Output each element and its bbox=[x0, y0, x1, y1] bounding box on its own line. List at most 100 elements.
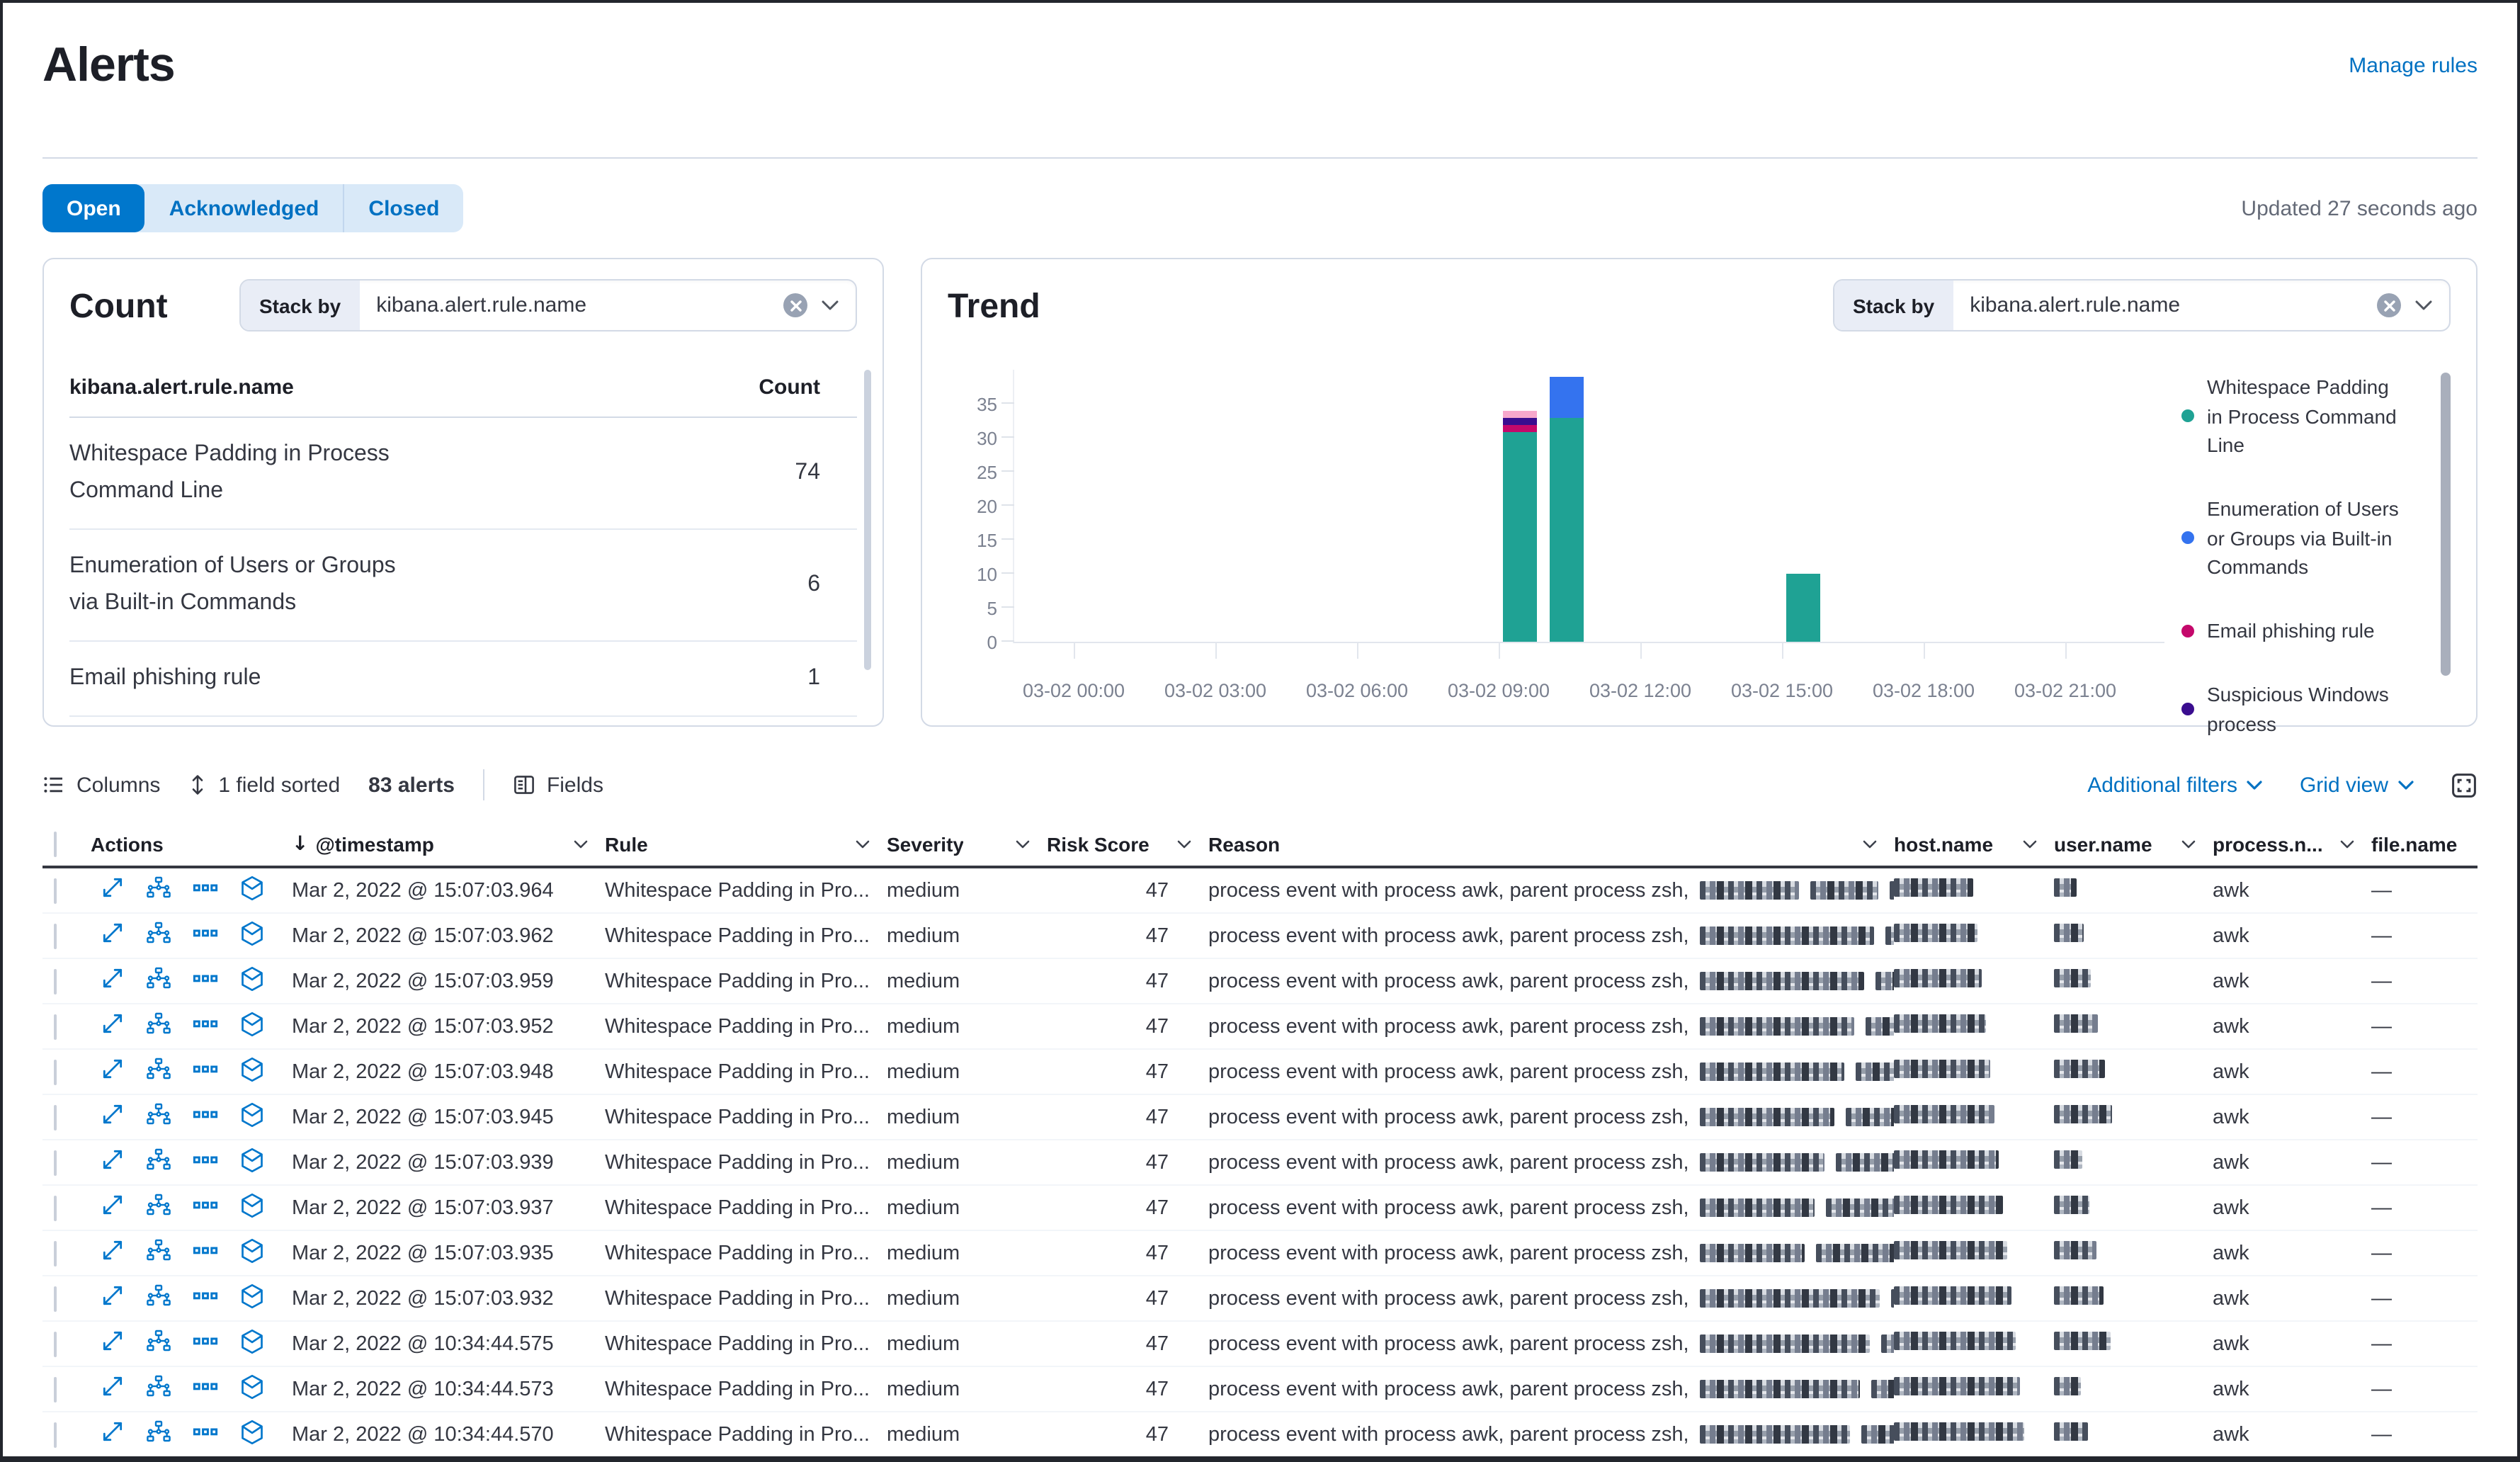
count-table-row[interactable]: Whitespace Padding in Process Command Li… bbox=[69, 419, 857, 531]
more-actions-icon[interactable] bbox=[193, 1103, 218, 1133]
investigate-in-timeline-icon[interactable] bbox=[239, 1193, 265, 1224]
analyze-event-icon[interactable] bbox=[146, 1239, 171, 1269]
column-header-severity[interactable]: Severity bbox=[887, 834, 1047, 856]
legend-scrollbar[interactable] bbox=[2441, 373, 2451, 676]
more-actions-icon[interactable] bbox=[193, 1148, 218, 1178]
chevron-down-icon[interactable] bbox=[2415, 301, 2432, 311]
clear-icon[interactable] bbox=[2377, 293, 2401, 318]
expand-alert-icon[interactable] bbox=[101, 1058, 125, 1087]
count-table-row[interactable]: Email phishing rule 1 bbox=[69, 642, 857, 717]
analyze-event-icon[interactable] bbox=[146, 1420, 171, 1450]
column-menu-chevron-icon[interactable] bbox=[2023, 841, 2037, 849]
expand-alert-icon[interactable] bbox=[101, 967, 125, 997]
grid-view-button[interactable]: Grid view bbox=[2300, 774, 2414, 798]
column-menu-chevron-icon[interactable] bbox=[2340, 841, 2354, 849]
column-header--timestamp[interactable]: ↓ @timestamp bbox=[292, 834, 605, 856]
more-actions-icon[interactable] bbox=[193, 1012, 218, 1042]
legend-item[interactable]: Enumeration of Users or Groups via Built… bbox=[2181, 495, 2451, 582]
investigate-in-timeline-icon[interactable] bbox=[239, 1238, 265, 1269]
expand-alert-icon[interactable] bbox=[101, 1330, 125, 1359]
column-menu-chevron-icon[interactable] bbox=[574, 841, 588, 849]
row-checkbox[interactable] bbox=[54, 1014, 57, 1040]
expand-alert-icon[interactable] bbox=[101, 1284, 125, 1314]
expand-alert-icon[interactable] bbox=[101, 1375, 125, 1405]
investigate-in-timeline-icon[interactable] bbox=[239, 1329, 265, 1360]
trend-stack-by-select[interactable]: Stack by kibana.alert.rule.name bbox=[1833, 279, 2451, 332]
analyze-event-icon[interactable] bbox=[146, 967, 171, 997]
expand-alert-icon[interactable] bbox=[101, 1012, 125, 1042]
column-header-user-name[interactable]: user.name bbox=[2054, 834, 2213, 856]
tab-open[interactable]: Open bbox=[42, 184, 145, 233]
column-header-host-name[interactable]: host.name bbox=[1894, 834, 2054, 856]
column-header-rule[interactable]: Rule bbox=[605, 834, 887, 856]
tab-closed[interactable]: Closed bbox=[343, 184, 463, 233]
more-actions-icon[interactable] bbox=[193, 1420, 218, 1450]
column-menu-chevron-icon[interactable] bbox=[1863, 841, 1877, 849]
analyze-event-icon[interactable] bbox=[146, 1194, 171, 1223]
analyze-event-icon[interactable] bbox=[146, 876, 171, 906]
column-header-risk-score[interactable]: Risk Score bbox=[1047, 834, 1208, 856]
analyze-event-icon[interactable] bbox=[146, 1148, 171, 1178]
investigate-in-timeline-icon[interactable] bbox=[239, 1284, 265, 1315]
count-table-row[interactable]: Enumeration of Users or Groups via Built… bbox=[69, 530, 857, 642]
column-menu-chevron-icon[interactable] bbox=[2181, 841, 2196, 849]
columns-button[interactable]: Columns bbox=[42, 774, 160, 798]
legend-item[interactable]: Email phishing rule bbox=[2181, 616, 2451, 645]
row-checkbox[interactable] bbox=[54, 1059, 57, 1085]
column-header-process-n-[interactable]: process.n... bbox=[2213, 834, 2371, 856]
row-checkbox[interactable] bbox=[54, 1240, 57, 1266]
row-checkbox[interactable] bbox=[54, 1422, 57, 1448]
column-menu-chevron-icon[interactable] bbox=[1016, 841, 1030, 849]
analyze-event-icon[interactable] bbox=[146, 1012, 171, 1042]
investigate-in-timeline-icon[interactable] bbox=[239, 966, 265, 997]
analyze-event-icon[interactable] bbox=[146, 1375, 171, 1405]
expand-alert-icon[interactable] bbox=[101, 1420, 125, 1450]
investigate-in-timeline-icon[interactable] bbox=[239, 1420, 265, 1451]
investigate-in-timeline-icon[interactable] bbox=[239, 1148, 265, 1179]
count-table-scrollbar[interactable] bbox=[864, 370, 871, 671]
analyze-event-icon[interactable] bbox=[146, 922, 171, 951]
analyze-event-icon[interactable] bbox=[146, 1330, 171, 1359]
investigate-in-timeline-icon[interactable] bbox=[239, 1057, 265, 1088]
investigate-in-timeline-icon[interactable] bbox=[239, 1374, 265, 1405]
more-actions-icon[interactable] bbox=[193, 1058, 218, 1087]
more-actions-icon[interactable] bbox=[193, 1330, 218, 1359]
analyze-event-icon[interactable] bbox=[146, 1284, 171, 1314]
expand-alert-icon[interactable] bbox=[101, 876, 125, 906]
expand-alert-icon[interactable] bbox=[101, 922, 125, 951]
expand-alert-icon[interactable] bbox=[101, 1194, 125, 1223]
additional-filters-button[interactable]: Additional filters bbox=[2087, 774, 2263, 798]
investigate-in-timeline-icon[interactable] bbox=[239, 1012, 265, 1043]
investigate-in-timeline-icon[interactable] bbox=[239, 1102, 265, 1133]
more-actions-icon[interactable] bbox=[193, 1194, 218, 1223]
more-actions-icon[interactable] bbox=[193, 1239, 218, 1269]
fields-button[interactable]: Fields bbox=[513, 774, 603, 798]
select-all-checkbox[interactable] bbox=[54, 832, 57, 858]
row-checkbox[interactable] bbox=[54, 1331, 57, 1357]
row-checkbox[interactable] bbox=[54, 968, 57, 994]
row-checkbox[interactable] bbox=[54, 1286, 57, 1312]
investigate-in-timeline-icon[interactable] bbox=[239, 921, 265, 952]
chevron-down-icon[interactable] bbox=[822, 301, 839, 311]
investigate-in-timeline-icon[interactable] bbox=[239, 876, 265, 907]
legend-item[interactable]: Whitespace Padding in Process Command Li… bbox=[2181, 373, 2451, 460]
column-menu-chevron-icon[interactable] bbox=[1177, 841, 1191, 849]
row-checkbox[interactable] bbox=[54, 1376, 57, 1402]
expand-alert-icon[interactable] bbox=[101, 1239, 125, 1269]
more-actions-icon[interactable] bbox=[193, 967, 218, 997]
fullscreen-icon[interactable] bbox=[2451, 772, 2478, 799]
expand-alert-icon[interactable] bbox=[101, 1103, 125, 1133]
row-checkbox[interactable] bbox=[54, 1195, 57, 1221]
clear-icon[interactable] bbox=[783, 293, 807, 318]
analyze-event-icon[interactable] bbox=[146, 1103, 171, 1133]
more-actions-icon[interactable] bbox=[193, 1284, 218, 1314]
more-actions-icon[interactable] bbox=[193, 922, 218, 951]
column-header-actions[interactable]: Actions bbox=[91, 834, 292, 856]
more-actions-icon[interactable] bbox=[193, 876, 218, 906]
manage-rules-link[interactable]: Manage rules bbox=[2349, 54, 2478, 78]
legend-item[interactable]: Suspicious Windows process bbox=[2181, 681, 2451, 738]
sort-fields-button[interactable]: 1 field sorted bbox=[188, 774, 340, 798]
analyze-event-icon[interactable] bbox=[146, 1058, 171, 1087]
row-checkbox[interactable] bbox=[54, 923, 57, 949]
column-menu-chevron-icon[interactable] bbox=[856, 841, 870, 849]
